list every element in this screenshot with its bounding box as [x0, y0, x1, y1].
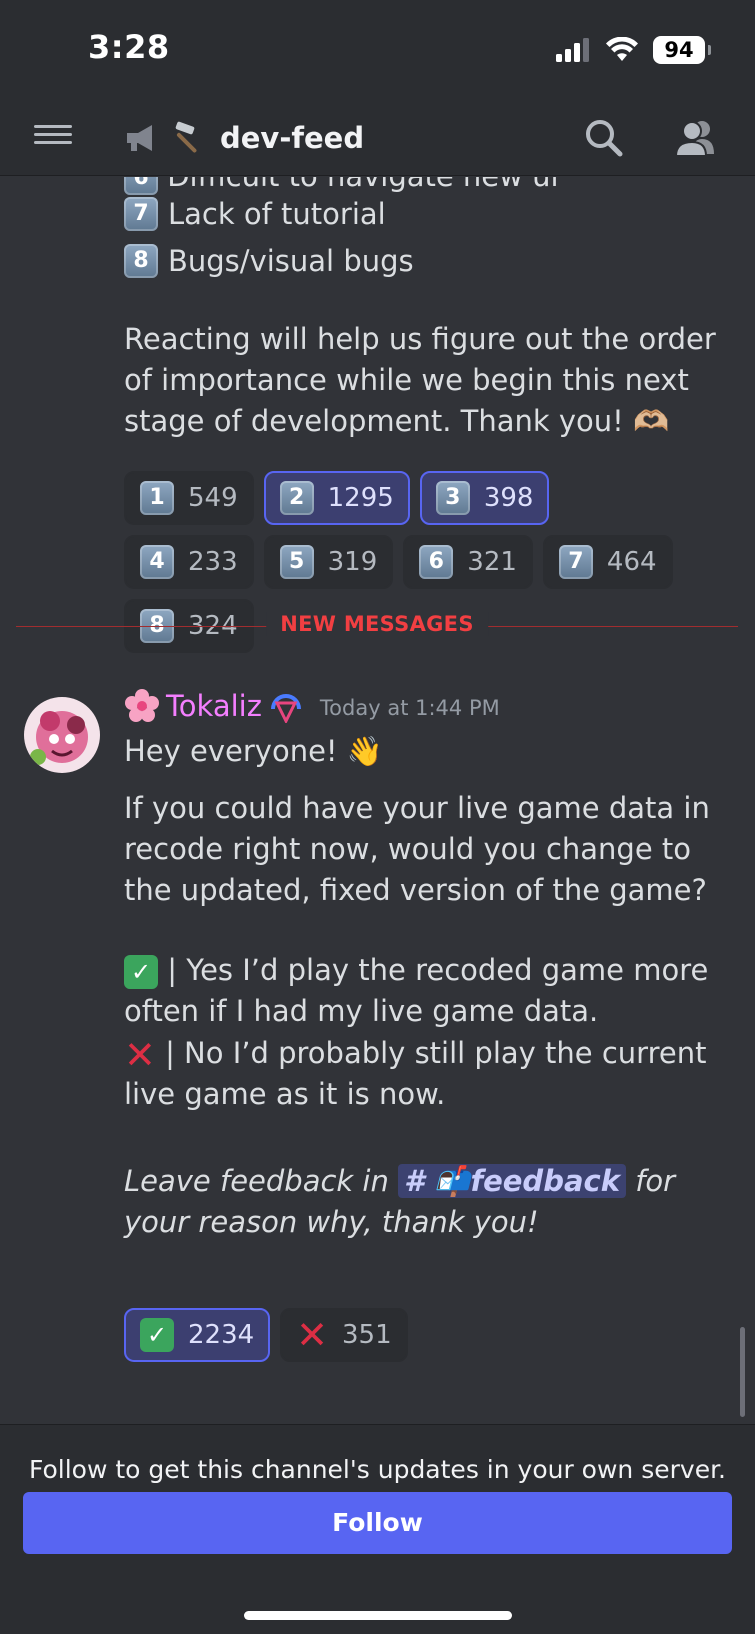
new-messages-divider: NEW MESSAGES	[16, 612, 738, 636]
reaction-3[interactable]: 3 398	[419, 471, 550, 525]
status-bar: 3:28 94	[0, 0, 755, 100]
search-icon[interactable]	[580, 114, 628, 162]
follow-footer: Follow to get this channel's updates in …	[0, 1424, 755, 1634]
reaction-7[interactable]: 7 464	[542, 535, 673, 589]
reaction-cross[interactable]: ✕ 351	[280, 1308, 408, 1362]
status-icons: 94	[555, 36, 711, 64]
channel-title[interactable]: dev-feed	[124, 112, 364, 164]
wifi-icon	[606, 37, 638, 61]
channel-mention[interactable]: # 📬feedback	[398, 1164, 626, 1198]
reaction-check[interactable]: ✓ 2234	[124, 1308, 271, 1362]
reaction-count: 549	[188, 483, 238, 513]
scrollbar[interactable]	[740, 1327, 745, 1417]
avatar[interactable]	[24, 697, 100, 773]
option-no: ✕ | No I’d probably still play the curre…	[124, 1033, 707, 1111]
username[interactable]: Tokaliz	[166, 689, 262, 723]
message-header: Tokaliz Today at 1:44 PM	[124, 688, 500, 724]
cross-mark-icon: ✕	[124, 1033, 156, 1077]
reaction-2[interactable]: 2 1295	[263, 471, 410, 525]
list-item: 8 Bugs/visual bugs	[124, 244, 414, 278]
battery-indicator: 94	[653, 36, 711, 64]
reaction-count: 1295	[327, 483, 394, 513]
channel-name: dev-feed	[220, 121, 365, 155]
keycap-icon: 8	[124, 244, 158, 278]
menu-icon[interactable]	[34, 120, 72, 156]
channel-header: dev-feed	[0, 100, 755, 176]
keycap-icon: 6	[419, 545, 454, 579]
keycap-icon: 7	[558, 545, 593, 579]
reaction-5[interactable]: 5 319	[263, 535, 394, 589]
status-time: 3:28	[88, 28, 170, 66]
list-item: 7 Lack of tutorial	[124, 197, 386, 231]
keycap-icon: 7	[124, 197, 158, 231]
reaction-count: 464	[606, 547, 657, 577]
timestamp: Today at 1:44 PM	[319, 696, 500, 720]
home-indicator[interactable]	[244, 1611, 512, 1620]
reaction-6[interactable]: 6 321	[403, 535, 533, 589]
reaction-count: 2234	[188, 1320, 255, 1350]
follow-prompt: Follow to get this channel's updates in …	[28, 1455, 727, 1484]
new-messages-label: NEW MESSAGES	[266, 612, 488, 636]
check-mark-icon: ✓	[124, 955, 158, 989]
message-list[interactable]: 6 Difficult to navigate new ui 7 Lack of…	[0, 177, 755, 1423]
poll-reaction-bar: ✓ 2234 ✕ 351	[124, 1308, 684, 1362]
reaction-count: 398	[483, 483, 534, 513]
keycap-icon: 3	[435, 481, 470, 515]
cut-off-list-item: 6 Difficult to navigate new ui	[124, 177, 559, 195]
reaction-count: 351	[342, 1320, 392, 1350]
option-yes: ✓ | Yes I’d play the recoded game more o…	[124, 953, 709, 1028]
keycap-icon: 1	[140, 481, 174, 515]
reaction-count: 233	[188, 547, 238, 577]
keycap-icon: 4	[140, 545, 174, 579]
follow-button[interactable]: Follow	[23, 1492, 732, 1554]
feedback-line: Leave feedback in # 📬feedback for your r…	[124, 1164, 676, 1239]
cross-mark-icon: ✕	[296, 1313, 329, 1357]
cherry-blossom-icon	[125, 689, 159, 722]
reaction-4[interactable]: 4 233	[124, 535, 254, 589]
reaction-1[interactable]: 1 549	[124, 471, 254, 525]
message-greeting: Hey everyone! 👋	[124, 734, 383, 768]
server-tag-icon	[270, 694, 301, 723]
keycap-icon: 5	[279, 545, 314, 579]
announcement-icon	[127, 125, 152, 151]
signal-icon	[556, 38, 589, 62]
message-paragraph: Reacting will help us figure out the ord…	[124, 322, 716, 438]
message-question: If you could have your live game data in…	[124, 791, 710, 907]
keycap-icon: 2	[279, 481, 314, 515]
reaction-count: 321	[467, 547, 517, 577]
check-mark-icon: ✓	[140, 1318, 174, 1352]
members-icon[interactable]	[672, 114, 720, 162]
hammer-icon	[175, 121, 197, 153]
reaction-count: 319	[327, 547, 378, 577]
